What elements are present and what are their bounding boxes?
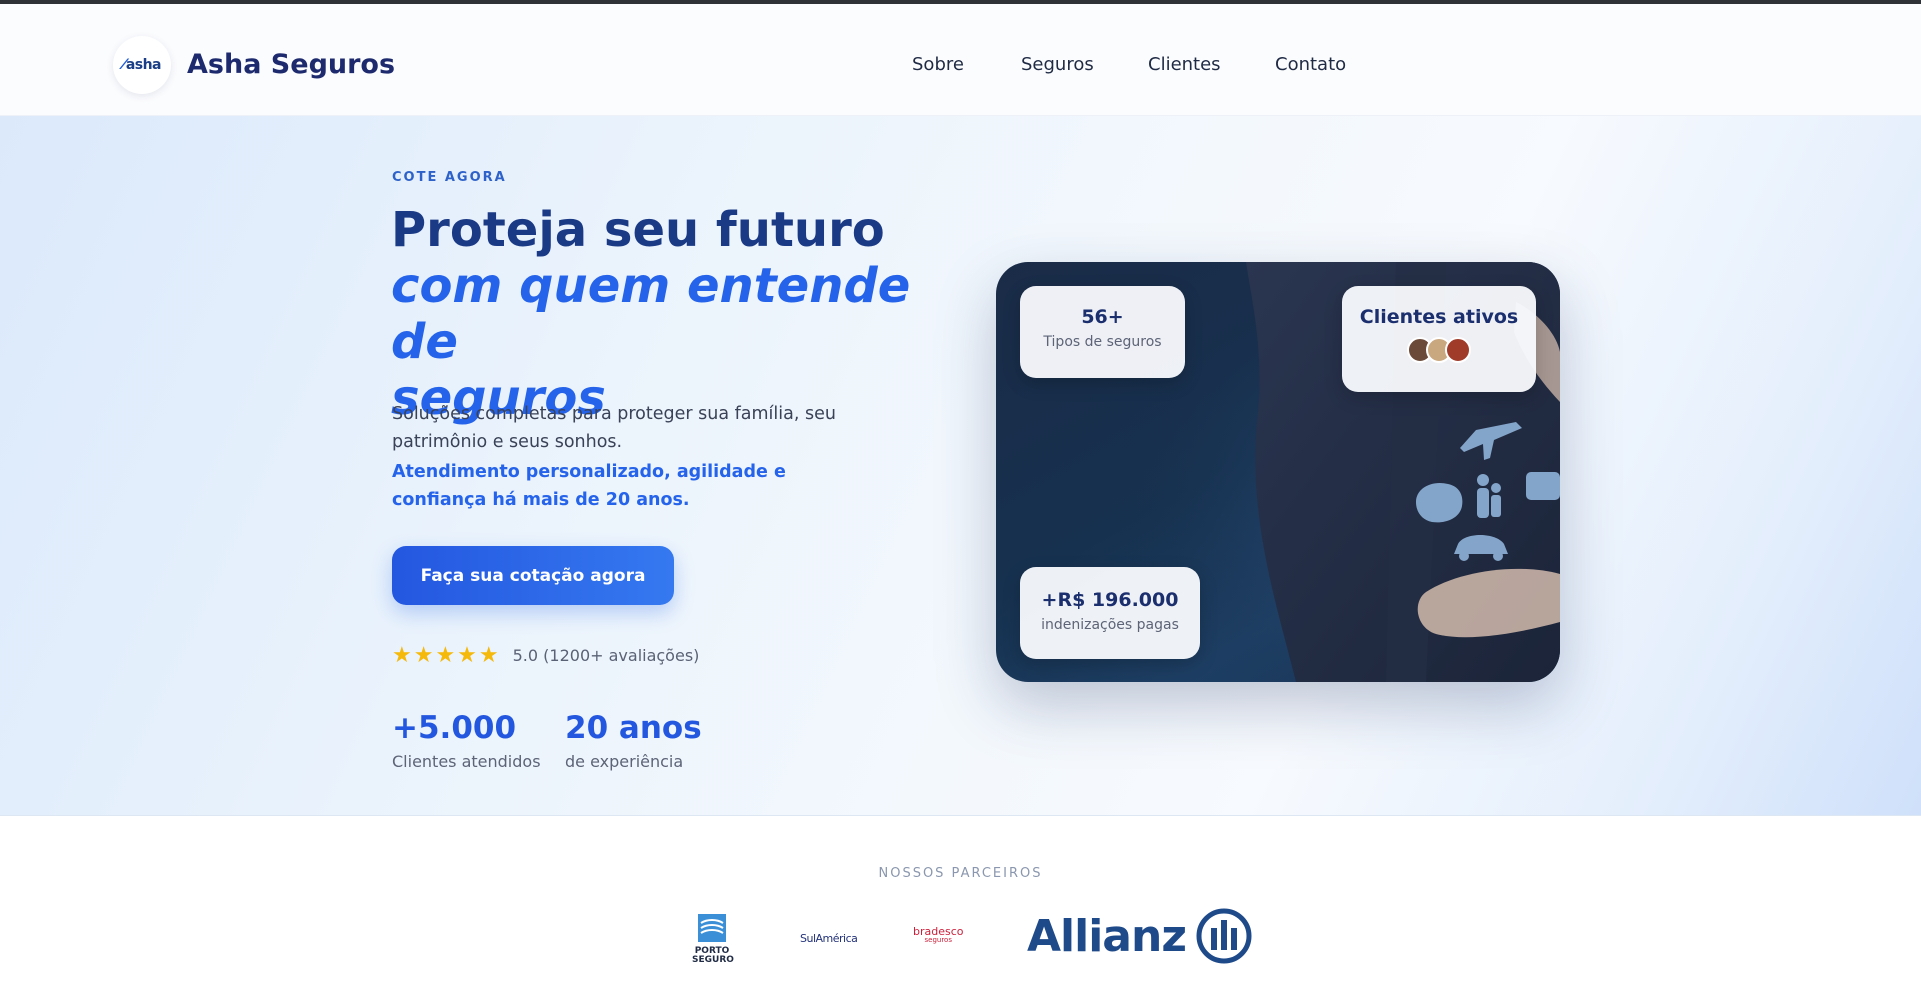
partner-bradesco[interactable]: bradesco seguros [913,925,964,944]
partner-sulamerica[interactable]: SulAmérica [800,932,858,945]
avatar-group [1342,337,1536,363]
brand-name[interactable]: Asha Seguros [187,49,395,80]
indemnity-value: +R$ 196.000 [1041,589,1179,611]
hero-highlight: Atendimento personalizado, agilidade e c… [392,462,786,510]
hero-eyebrow: COTE AGORA [392,170,507,185]
types-label: Tipos de seguros [1043,334,1162,350]
allianz-logo-text: Allianz [1027,910,1187,962]
stat-value: +5.000 [392,710,517,746]
logo-text: ⁄asha [122,57,162,73]
hero-title-line-1: Proteja seu futuro [391,202,885,258]
stat-label: de experiência [565,752,684,771]
nav-link-sobre[interactable]: Sobre [912,54,964,75]
porto-seguro-line2: SEGURO [692,955,734,965]
stat-label: Clientes atendidos [392,752,541,771]
partner-porto-seguro[interactable]: PORTO SEGURO [692,913,734,965]
rating: ★★★★★ 5.0 (1200+ avaliações) [392,643,699,668]
active-clients-card: Clientes ativos [1342,286,1536,392]
rating-text: 5.0 (1200+ avaliações) [512,646,700,665]
stat-value: 20 anos [565,710,702,746]
hero-title-line-2: com quem entende de [391,258,911,370]
stat-experience: 20 anos de experiência [565,710,702,771]
nav-link-seguros[interactable]: Seguros [1021,54,1094,75]
star-rating-icons: ★★★★★ [392,643,501,668]
indemnity-label: indenizações pagas [1041,617,1179,633]
active-clients-label: Clientes ativos [1359,306,1519,328]
avatar [1445,337,1471,363]
partners-title: NOSSOS PARCEIROS [878,866,1043,881]
site-header: ⁄asha Asha Seguros Sobre Seguros Cliente… [0,4,1921,116]
hero-section: COTE AGORA Proteja seu futuro com quem e… [0,116,1921,816]
indemnity-stat-card: +R$ 196.000 indenizações pagas [1020,567,1200,659]
nav-link-contato[interactable]: Contato [1275,54,1346,75]
quote-cta-button[interactable]: Faça sua cotação agora [392,546,674,605]
allianz-logo-icon [1196,908,1252,964]
hero-image-card: 56+ Tipos de seguros Clientes ativos +R$… [996,262,1560,682]
nav-link-clientes[interactable]: Clientes [1148,54,1221,75]
hero-title: Proteja seu futuro com quem entende de s… [391,202,951,426]
porto-seguro-logo-icon [698,914,726,942]
stat-clients: +5.000 Clientes atendidos [392,710,541,771]
types-value: 56+ [1081,306,1124,328]
partner-allianz[interactable]: Allianz [1027,908,1252,964]
types-stat-card: 56+ Tipos de seguros [1020,286,1185,378]
hero-description: Soluções completas para proteger sua fam… [392,404,836,452]
logo[interactable]: ⁄asha [113,36,171,94]
